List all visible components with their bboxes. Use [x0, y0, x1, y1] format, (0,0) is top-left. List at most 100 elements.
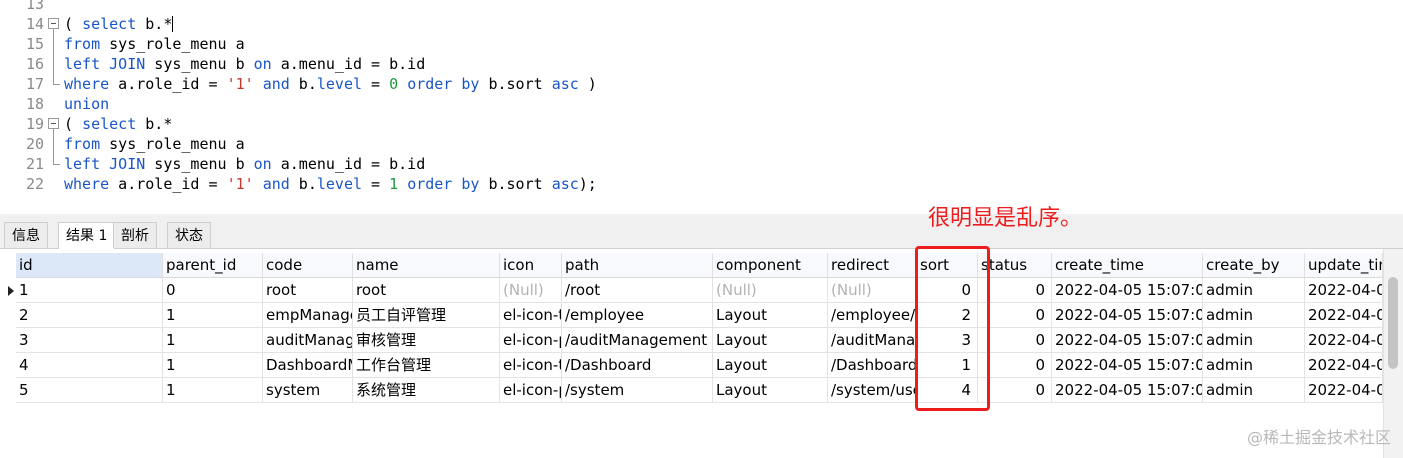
code-token: on — [253, 155, 272, 173]
table-cell-name[interactable]: 员工自评管理 — [353, 303, 500, 328]
table-cell-redirect[interactable]: /system/use — [828, 378, 917, 403]
table-cell-code[interactable]: system — [263, 378, 353, 403]
tab-result-1[interactable]: 结果 1 — [58, 222, 116, 249]
column-header-path[interactable]: path — [562, 253, 713, 278]
row-indicator[interactable] — [2, 328, 14, 353]
code-text: from sys_role_menu a — [64, 134, 245, 154]
tab-info[interactable]: 信息 — [4, 222, 48, 248]
column-header-redirect[interactable]: redirect — [828, 253, 917, 278]
table-cell-name[interactable]: 工作台管理 — [353, 353, 500, 378]
table-cell-component[interactable]: (Null) — [713, 278, 828, 303]
text-caret — [172, 16, 174, 32]
table-cell-icon[interactable]: el-icon-t — [500, 353, 562, 378]
column-header-icon[interactable]: icon — [500, 253, 562, 278]
code-line[interactable]: 18 union — [0, 94, 1403, 114]
table-cell-redirect[interactable]: /Dashboard — [828, 353, 917, 378]
table-cell-code[interactable]: empManage — [263, 303, 353, 328]
table-cell-code[interactable]: auditManag — [263, 328, 353, 353]
column-header-create-by[interactable]: create_by — [1203, 253, 1305, 278]
table-cell-code[interactable]: DashboardM — [263, 353, 353, 378]
table-cell-redirect[interactable]: (Null) — [828, 278, 917, 303]
table-cell-id[interactable]: 2 — [16, 303, 163, 328]
table-cell-path[interactable]: /employee — [562, 303, 713, 328]
code-token: sys_role_menu a — [100, 35, 245, 53]
row-indicator[interactable] — [2, 378, 14, 403]
table-cell-icon[interactable]: (Null) — [500, 278, 562, 303]
code-line[interactable]: 13 — [0, 0, 1403, 14]
code-token: 0 — [389, 75, 399, 93]
code-text: left JOIN sys_menu b on a.menu_id = b.id — [64, 154, 425, 174]
scrollbar-thumb[interactable] — [1388, 277, 1398, 369]
code-line[interactable]: 15 from sys_role_menu a — [0, 34, 1403, 54]
code-line[interactable]: 22 where a.role_id = '1' and b.level = 1 … — [0, 174, 1403, 194]
table-cell-id[interactable]: 3 — [16, 328, 163, 353]
table-cell-create-time[interactable]: 2022-04-05 15:07:04 — [1052, 278, 1203, 303]
column-header-code[interactable]: code — [263, 253, 353, 278]
table-cell-create-by[interactable]: admin — [1203, 328, 1305, 353]
table-cell-name[interactable]: root — [353, 278, 500, 303]
table-cell-icon[interactable]: el-icon-t — [500, 303, 562, 328]
table-cell-path[interactable]: /Dashboard — [562, 353, 713, 378]
row-indicator[interactable] — [2, 278, 14, 303]
table-cell-code[interactable]: root — [263, 278, 353, 303]
table-cell-path[interactable]: /root — [562, 278, 713, 303]
table-cell-redirect[interactable]: /auditMana — [828, 328, 917, 353]
table-cell-create-by[interactable]: admin — [1203, 278, 1305, 303]
fold-guide — [53, 129, 54, 164]
result-grid[interactable]: id parent_id code name icon path component redi… — [0, 249, 1383, 458]
table-cell-create-by[interactable]: admin — [1203, 378, 1305, 403]
table-cell-id[interactable]: 1 — [16, 278, 163, 303]
table-cell-create-time[interactable]: 2022-04-05 15:07:04 — [1052, 353, 1203, 378]
code-line[interactable]: 19 ( select b.* — [0, 114, 1403, 134]
table-cell-id[interactable]: 4 — [16, 353, 163, 378]
table-cell-parent-id[interactable]: 1 — [163, 303, 263, 328]
tab-status[interactable]: 状态 — [167, 222, 211, 248]
table-cell-id[interactable]: 5 — [16, 378, 163, 403]
code-line[interactable]: 17 where a.role_id = '1' and b.level = 0 … — [0, 74, 1403, 94]
column-header-create-time[interactable]: create_time — [1052, 253, 1203, 278]
table-cell-parent-id[interactable]: 1 — [163, 378, 263, 403]
table-cell-update-time[interactable]: 2022-04-0 — [1305, 378, 1383, 403]
tab-profile[interactable]: 剖析 — [113, 222, 157, 248]
table-cell-parent-id[interactable]: 0 — [163, 278, 263, 303]
column-header-id[interactable]: id — [16, 253, 163, 278]
table-cell-name[interactable]: 系统管理 — [353, 378, 500, 403]
table-cell-update-time[interactable]: 2022-04-0 — [1305, 353, 1383, 378]
code-text: ( select b.* — [64, 114, 172, 134]
table-cell-update-time[interactable]: 2022-04-0 — [1305, 328, 1383, 353]
table-cell-component[interactable]: Layout — [713, 378, 828, 403]
table-cell-update-time[interactable]: 2022-04-0 — [1305, 303, 1383, 328]
table-cell-create-time[interactable]: 2022-04-05 15:07:04 — [1052, 303, 1203, 328]
table-cell-update-time[interactable]: 2022-04-0 — [1305, 278, 1383, 303]
table-cell-component[interactable]: Layout — [713, 328, 828, 353]
table-cell-create-by[interactable]: admin — [1203, 303, 1305, 328]
table-cell-create-time[interactable]: 2022-04-05 15:07:04 — [1052, 328, 1203, 353]
table-cell-path[interactable]: /auditManagement — [562, 328, 713, 353]
fold-collapse-icon[interactable] — [48, 118, 59, 129]
code-line[interactable]: 21 left JOIN sys_menu b on a.menu_id = b.… — [0, 154, 1403, 174]
table-cell-parent-id[interactable]: 1 — [163, 328, 263, 353]
table-cell-name[interactable]: 审核管理 — [353, 328, 500, 353]
table-cell-create-by[interactable]: admin — [1203, 353, 1305, 378]
table-cell-parent-id[interactable]: 1 — [163, 353, 263, 378]
table-cell-icon[interactable]: el-icon-p — [500, 378, 562, 403]
row-indicator[interactable] — [2, 303, 14, 328]
row-indicator[interactable] — [2, 353, 14, 378]
column-header-parent-id[interactable]: parent_id — [163, 253, 263, 278]
fold-collapse-icon[interactable] — [48, 18, 59, 29]
code-line[interactable]: 14 ( select b.* — [0, 14, 1403, 34]
table-cell-component[interactable]: Layout — [713, 353, 828, 378]
code-line[interactable]: 20 from sys_role_menu a — [0, 134, 1403, 154]
table-cell-component[interactable]: Layout — [713, 303, 828, 328]
column-header-component[interactable]: component — [713, 253, 828, 278]
table-cell-path[interactable]: /system — [562, 378, 713, 403]
table-cell-icon[interactable]: el-icon-p — [500, 328, 562, 353]
table-cell-redirect[interactable]: /employee/ — [828, 303, 917, 328]
table-cell-create-time[interactable]: 2022-04-05 15:07:04 — [1052, 378, 1203, 403]
sql-editor[interactable]: 13 14( select b.* 15 from sys_role_menu a 16… — [0, 0, 1403, 214]
column-header-update-time[interactable]: update_time — [1305, 253, 1383, 278]
code-token: asc — [551, 175, 579, 193]
code-line[interactable]: 16 left JOIN sys_menu b on a.menu_id = b.… — [0, 54, 1403, 74]
column-header-name[interactable]: name — [353, 253, 500, 278]
code-token: order by — [407, 175, 480, 193]
